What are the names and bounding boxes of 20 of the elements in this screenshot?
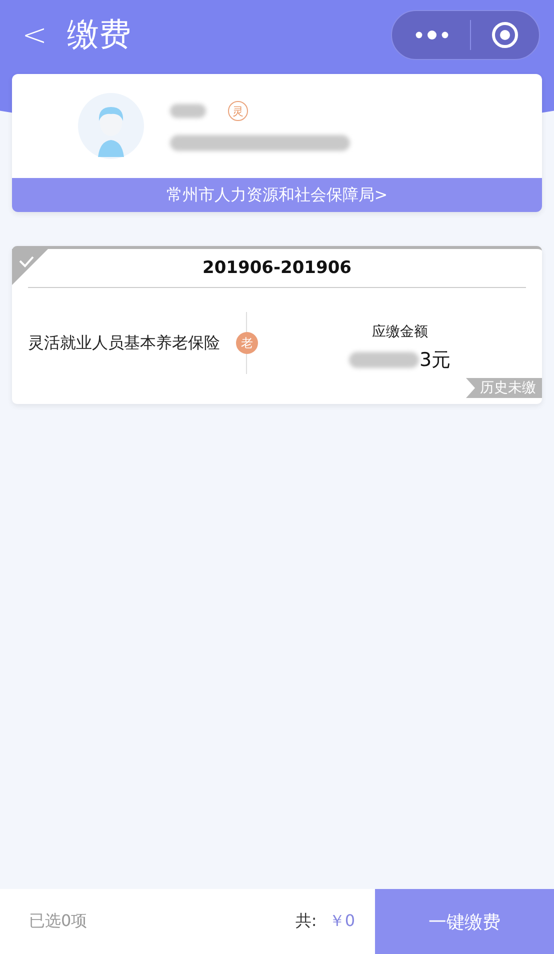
pay-all-button[interactable]: 一键缴费 bbox=[375, 889, 554, 954]
avatar-icon bbox=[78, 93, 144, 159]
total-amount: ￥0 bbox=[328, 911, 355, 932]
close-icon[interactable] bbox=[491, 21, 519, 49]
check-corner-icon[interactable] bbox=[12, 249, 48, 285]
total-label: 共: bbox=[295, 911, 317, 932]
pension-badge: 老 bbox=[236, 332, 258, 354]
bill-card[interactable]: 201906-201906 灵活就业人员基本养老保险 老 应缴金额 3元 历史未缴 bbox=[12, 246, 542, 404]
redacted-amount bbox=[349, 352, 420, 368]
page-title: 缴费 bbox=[67, 14, 132, 55]
amount-label: 应缴金额 bbox=[372, 323, 428, 341]
type-badge: 灵 bbox=[228, 101, 248, 121]
amount-value: 3元 bbox=[419, 348, 451, 373]
selected-count: 已选0项 bbox=[29, 911, 88, 932]
back-button[interactable]: < bbox=[18, 18, 52, 52]
agency-link[interactable]: 常州市人力资源和社会保障局> bbox=[12, 178, 542, 212]
insurance-name: 灵活就业人员基本养老保险 bbox=[28, 332, 220, 354]
redacted-name bbox=[170, 104, 206, 118]
more-icon[interactable] bbox=[414, 29, 450, 41]
status-tag: 历史未缴 bbox=[466, 378, 542, 398]
